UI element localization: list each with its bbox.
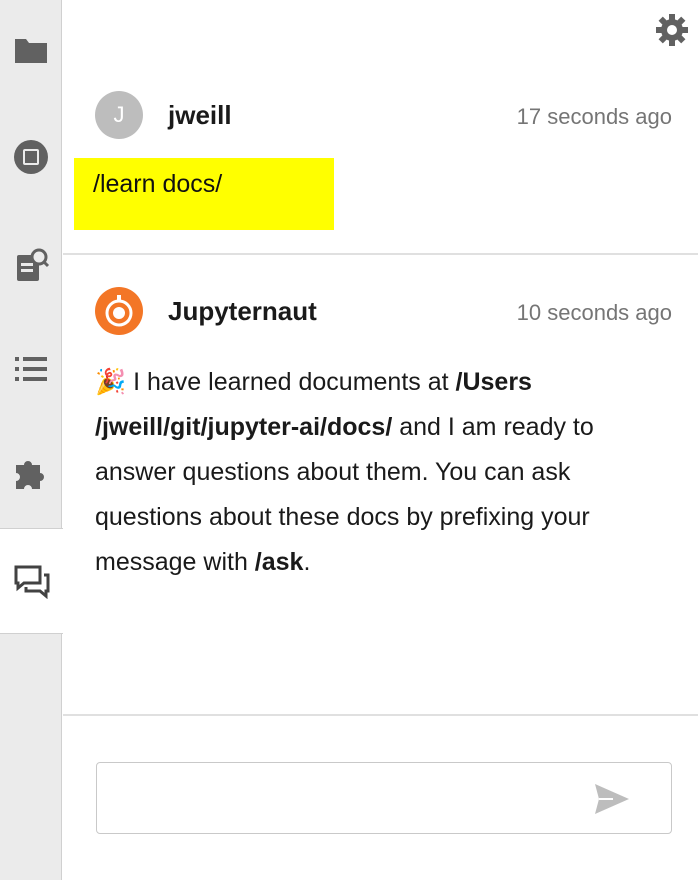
- ask-command: /ask: [254, 548, 304, 576]
- running-sessions-tab[interactable]: [0, 127, 62, 187]
- table-of-contents-tab[interactable]: [0, 339, 62, 399]
- send-button[interactable]: [591, 778, 633, 820]
- chat-icon: [14, 565, 49, 599]
- file-browser-tab[interactable]: [0, 20, 62, 80]
- message-timestamp: 10 seconds ago: [516, 300, 672, 325]
- message-body: /learn docs/: [93, 170, 223, 198]
- property-inspector-icon: [17, 248, 50, 281]
- jupyternaut-logo-icon: [105, 295, 133, 327]
- chat-input-area: [63, 714, 698, 882]
- chat-panel: J jweill 17 seconds ago /learn docs/ Jup…: [63, 0, 698, 880]
- message-body: 🎉 I have learned documents at /Users /jw…: [95, 368, 594, 576]
- message-author: jweill: [168, 100, 232, 130]
- stop-circle-icon: [14, 140, 48, 174]
- extension-puzzle-icon: [16, 461, 44, 489]
- party-emoji: 🎉: [95, 368, 127, 396]
- avatar: J: [95, 91, 143, 139]
- property-inspector-tab[interactable]: [0, 235, 62, 295]
- chat-tab[interactable]: [0, 528, 63, 634]
- list-icon: [15, 357, 47, 381]
- message-author: Jupyternaut: [168, 296, 317, 326]
- message-timestamp: 17 seconds ago: [516, 104, 672, 129]
- send-icon: [595, 784, 629, 814]
- jupyternaut-avatar: [95, 287, 143, 335]
- folder-icon: [15, 39, 47, 63]
- message-divider: [63, 253, 698, 255]
- chat-input[interactable]: [96, 762, 672, 834]
- left-sidebar: [0, 0, 63, 880]
- avatar-letter: J: [113, 102, 125, 127]
- chat-message-user: J jweill 17 seconds ago /learn docs/: [63, 0, 698, 254]
- extension-manager-tab[interactable]: [0, 444, 62, 504]
